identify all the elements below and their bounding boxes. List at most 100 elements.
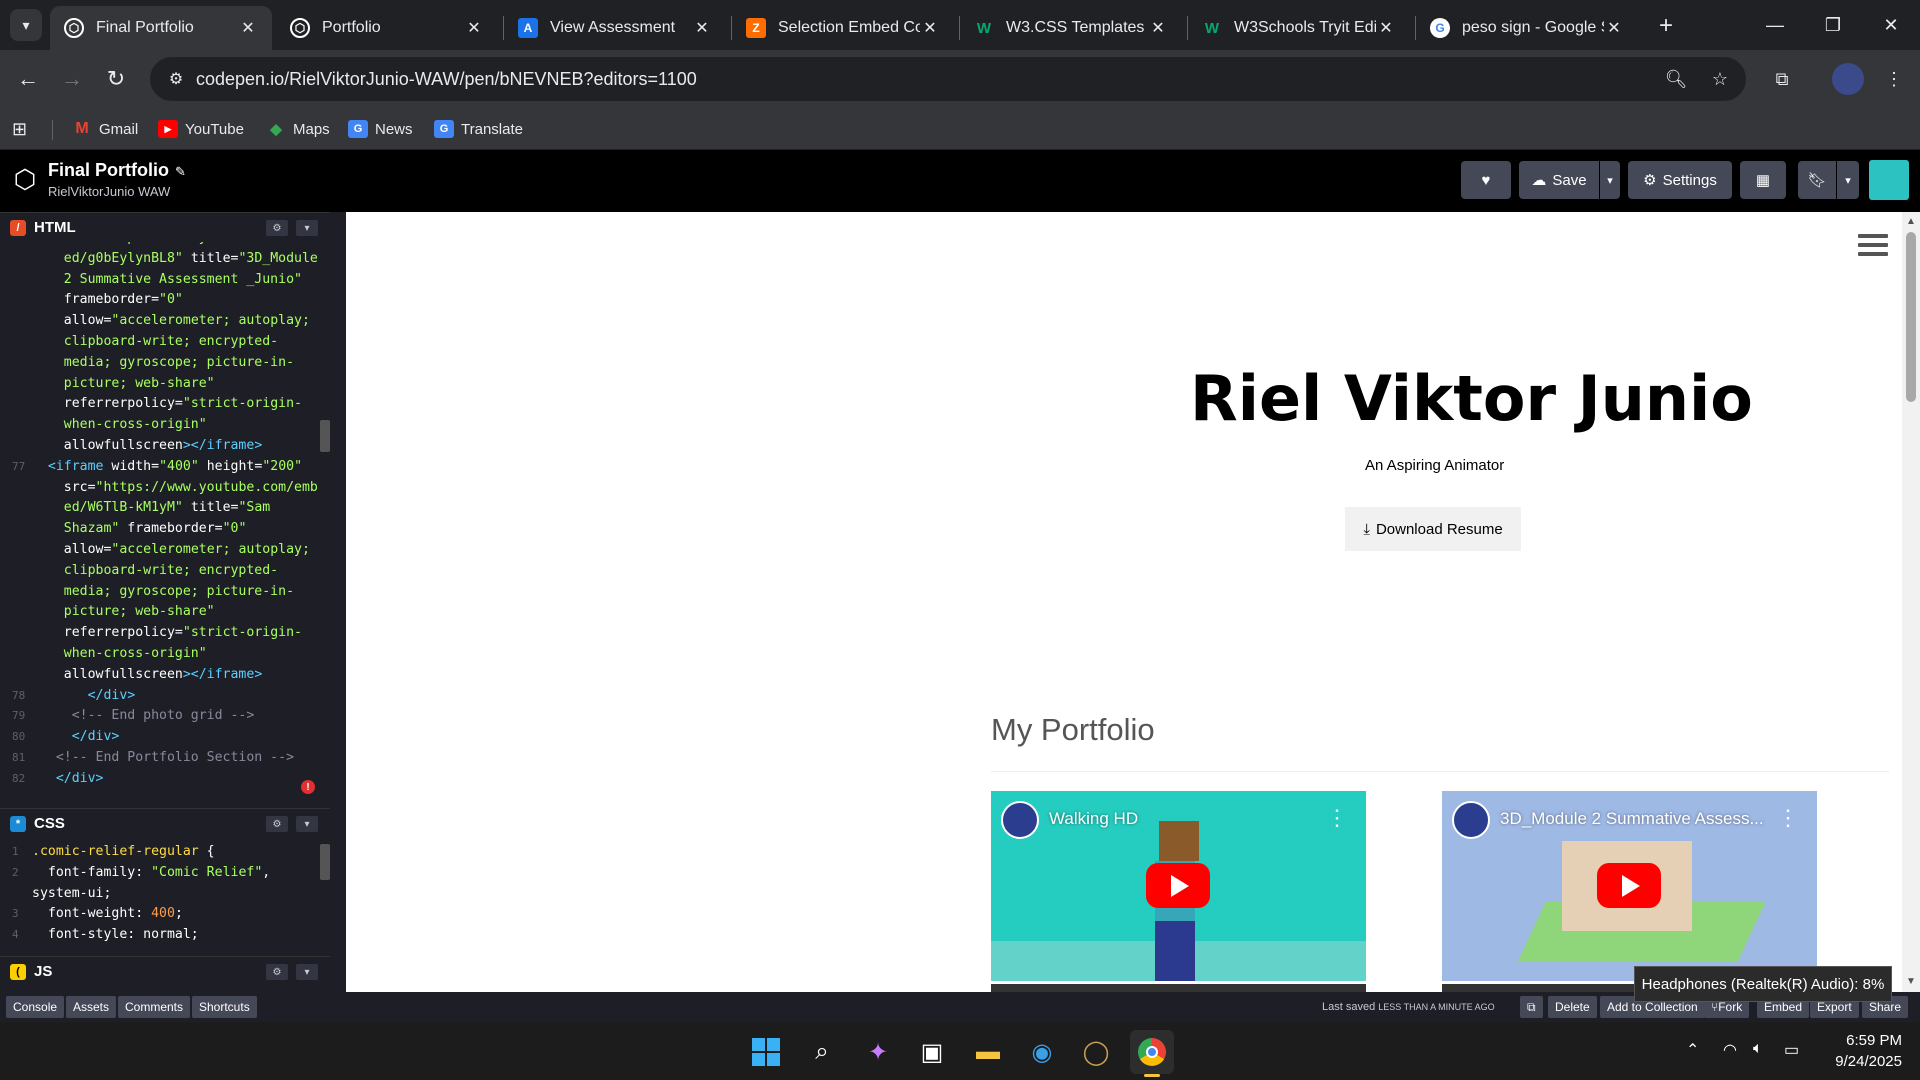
hamburger-menu-icon[interactable]: [1858, 234, 1888, 258]
reload-button[interactable]: ↻: [98, 61, 134, 97]
assets-button[interactable]: Assets: [66, 996, 117, 1018]
comments-button[interactable]: Comments: [118, 996, 191, 1018]
edge-icon[interactable]: ◉: [1020, 1030, 1064, 1074]
volume-icon[interactable]: 🔈︎: [1753, 1040, 1763, 1058]
minimize-button[interactable]: —: [1746, 0, 1804, 50]
css-editor-header[interactable]: * CSS ⚙ ▾: [0, 808, 330, 838]
open-in-new-window-button[interactable]: ⧉: [1520, 996, 1543, 1018]
close-icon[interactable]: ✕: [692, 18, 712, 38]
gear-icon[interactable]: ⚙: [266, 220, 288, 236]
settings-button[interactable]: ⚙ Settings: [1628, 161, 1732, 199]
more-options-icon[interactable]: ⋮: [1777, 805, 1799, 831]
browser-tab-strip: ▾ ⬡ Final Portfolio ✕ ⬡ Portfolio ✕ A Vi…: [0, 0, 1920, 50]
codepen-footer: Console Assets Comments Shortcuts Last s…: [0, 992, 1920, 1022]
love-button[interactable]: ♥: [1461, 161, 1511, 199]
bookmark-news[interactable]: G News: [348, 116, 413, 142]
chevron-down-icon[interactable]: ▾: [296, 816, 318, 832]
play-button-icon[interactable]: [1146, 863, 1210, 908]
gear-icon[interactable]: ⚙: [266, 964, 288, 980]
channel-avatar[interactable]: [1452, 801, 1490, 839]
delete-button[interactable]: Delete: [1548, 996, 1597, 1018]
tab-search-button[interactable]: ▾: [10, 9, 42, 41]
battery-icon[interactable]: ▭: [1784, 1040, 1799, 1060]
download-resume-button[interactable]: ⤓ Download Resume: [1345, 507, 1521, 551]
html-editor-header[interactable]: / HTML ⚙ ▾: [0, 212, 330, 242]
bookmark-maps[interactable]: ◆ Maps: [266, 116, 329, 142]
address-bar[interactable]: ⚙ codepen.io/RielViktorJunio-WAW/pen/bNE…: [150, 57, 1746, 101]
search-icon[interactable]: ⌕: [800, 1030, 844, 1074]
more-options-icon[interactable]: ⋮: [1326, 805, 1348, 831]
chevron-down-icon[interactable]: ▾: [296, 964, 318, 980]
bookmark-gmail[interactable]: M Gmail: [72, 116, 138, 142]
pen-author[interactable]: RielViktorJunio WAW: [48, 184, 170, 199]
codepen-icon: ⬡: [290, 18, 310, 38]
restore-button[interactable]: ❐: [1804, 0, 1862, 50]
js-editor-header[interactable]: ( JS ⚙ ▾: [0, 956, 330, 986]
shortcuts-button[interactable]: Shortcuts: [192, 996, 257, 1018]
site-info-icon[interactable]: ⚙: [164, 67, 188, 91]
video-embed-module2[interactable]: 3D_Module 2 Summative Assess... ⋮: [1442, 791, 1817, 981]
back-button[interactable]: ←: [10, 61, 46, 97]
profile-avatar[interactable]: [1832, 63, 1864, 95]
bookmark-options-button[interactable]: ▾: [1837, 161, 1859, 199]
tab-final-portfolio[interactable]: ⬡ Final Portfolio ✕: [50, 6, 272, 50]
tab-google-search[interactable]: G peso sign - Google S ✕: [1416, 6, 1638, 50]
chevron-down-icon[interactable]: ▾: [296, 220, 318, 236]
bookmark-translate[interactable]: G Translate: [434, 116, 523, 142]
close-icon[interactable]: ✕: [1148, 18, 1168, 38]
close-icon[interactable]: ✕: [1604, 18, 1624, 38]
chrome-icon[interactable]: [1130, 1030, 1174, 1074]
more-menu-icon[interactable]: ⋮: [1878, 63, 1910, 95]
close-icon[interactable]: ✕: [920, 18, 940, 38]
url-text[interactable]: codepen.io/RielViktorJunio-WAW/pen/bNEVN…: [196, 69, 697, 90]
tab-selection-embed[interactable]: Z Selection Embed Coc ✕: [732, 6, 954, 50]
play-button-icon[interactable]: [1597, 863, 1661, 908]
error-icon[interactable]: !: [301, 780, 315, 794]
bookmark-youtube[interactable]: ▶ YouTube: [158, 116, 244, 142]
css-code-editor[interactable]: 1 .comic-relief-regular { 2 font-family: …: [0, 838, 330, 954]
close-icon[interactable]: ✕: [464, 18, 484, 38]
file-explorer-icon[interactable]: ▬: [966, 1030, 1010, 1074]
bookmark-star-icon[interactable]: ☆: [1706, 65, 1734, 93]
app-ring-icon[interactable]: ◯: [1074, 1030, 1118, 1074]
html-editor-scrollbar[interactable]: [320, 420, 330, 452]
css-editor-scrollbar[interactable]: [320, 844, 330, 880]
pencil-icon[interactable]: ✎: [175, 164, 186, 179]
pen-title[interactable]: Final Portfolio ✎: [48, 160, 186, 181]
zoom-icon[interactable]: 🔍︎: [1662, 65, 1690, 93]
wifi-icon[interactable]: ◠: [1723, 1040, 1737, 1060]
change-view-button[interactable]: ▦: [1740, 161, 1786, 199]
codepen-logo-icon[interactable]: ⬡: [8, 162, 42, 196]
scroll-down-icon[interactable]: ▼: [1906, 976, 1916, 987]
user-avatar[interactable]: [1869, 160, 1909, 200]
close-icon[interactable]: ✕: [1376, 18, 1396, 38]
chrome-active-indicator: [1144, 1074, 1160, 1077]
tab-view-assessment[interactable]: A View Assessment ✕: [504, 6, 726, 50]
chevron-up-icon[interactable]: ⌃: [1686, 1040, 1699, 1060]
close-icon[interactable]: ✕: [238, 18, 258, 38]
tab-w3css-templates[interactable]: W W3.CSS Templates ✕: [960, 6, 1182, 50]
save-options-button[interactable]: ▾: [1600, 161, 1620, 199]
extensions-icon[interactable]: ⧉: [1766, 63, 1798, 95]
preview-scrollbar[interactable]: ▲ ▼: [1902, 212, 1920, 992]
new-tab-button[interactable]: +: [1652, 12, 1680, 40]
tab-portfolio[interactable]: ⬡ Portfolio ✕: [276, 6, 498, 50]
video-embed-walking[interactable]: Walking HD ⋮: [991, 791, 1366, 981]
scrollbar-thumb[interactable]: [1906, 232, 1916, 402]
scroll-up-icon[interactable]: ▲: [1906, 216, 1916, 227]
close-window-button[interactable]: ✕: [1862, 0, 1920, 50]
chevron-down-icon: ▾: [1845, 174, 1851, 187]
html-code-editor[interactable]: src="https://www.youtube.com/emb ed/g0bE…: [0, 242, 330, 818]
store-icon[interactable]: ▣: [910, 1030, 954, 1074]
tab-w3schools-tryit[interactable]: W W3Schools Tryit Edito ✕: [1188, 6, 1410, 50]
system-clock[interactable]: 6:59 PM 9/24/2025: [1818, 1030, 1902, 1072]
save-button[interactable]: ☁ Save: [1519, 161, 1599, 199]
channel-avatar[interactable]: [1001, 801, 1039, 839]
forward-button[interactable]: →: [54, 61, 90, 97]
apps-button[interactable]: ⊞: [12, 116, 27, 142]
bookmark-pen-button[interactable]: 🔖︎: [1798, 161, 1836, 199]
windows-start-icon[interactable]: [744, 1030, 788, 1074]
gear-icon[interactable]: ⚙: [266, 816, 288, 832]
copilot-icon[interactable]: ✦: [856, 1030, 900, 1074]
console-button[interactable]: Console: [6, 996, 65, 1018]
